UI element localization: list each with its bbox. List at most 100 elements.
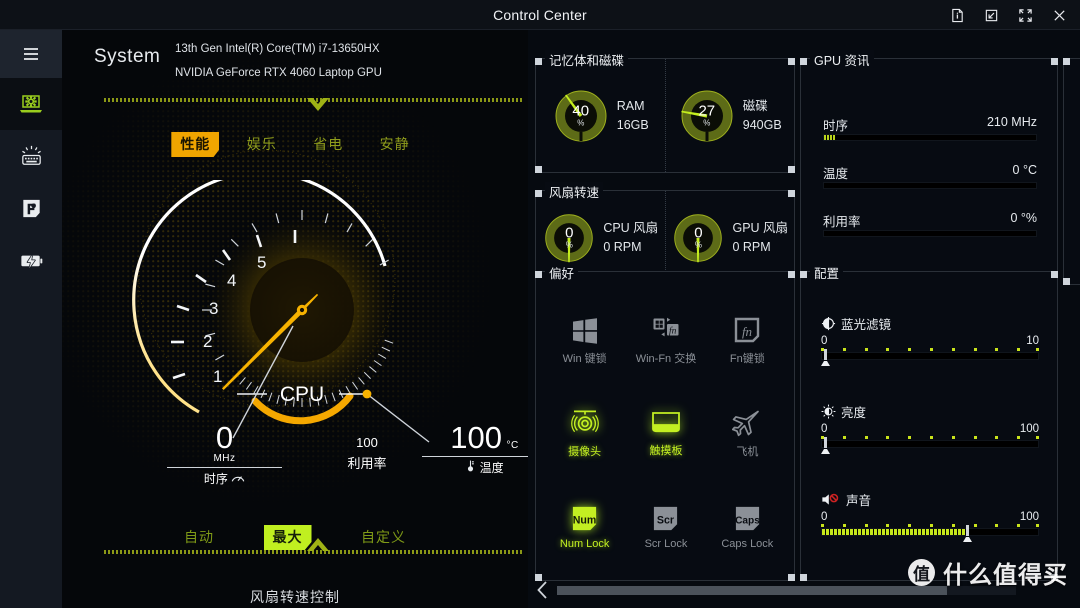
power-mode-quiet[interactable]: 安静: [371, 132, 419, 157]
brightness-slider[interactable]: [821, 437, 1039, 454]
pref-win-fn-swap-label: Win-Fn 交换: [635, 353, 697, 366]
close-icon[interactable]: [1042, 0, 1076, 30]
sidebar-item-power[interactable]: [0, 234, 62, 286]
gpu-clock-bar: [823, 134, 1037, 141]
ram-label: RAM: [616, 99, 645, 114]
cpu-fan-percent: 0: [565, 224, 574, 242]
pref-num-lock[interactable]: Num Num Lock: [544, 481, 625, 574]
disk-gauge: 27 % 磁碟 940GB: [666, 59, 795, 172]
bluelight-slider[interactable]: [821, 349, 1039, 366]
brightness-slider-knob[interactable]: [821, 437, 830, 454]
disk-capacity: 940GB: [742, 117, 782, 132]
pref-airplane[interactable]: 飞机: [707, 387, 788, 480]
disk-percent: 27: [698, 102, 716, 120]
right-panel: 记忆体和磁碟 40 % RAM 16GB 27 % 磁碟 940GB 风扇转速 …: [528, 30, 1080, 608]
sidebar: [0, 30, 62, 608]
power-mode-performance[interactable]: 性能: [171, 132, 220, 157]
cpu-panel: System 13th Gen Intel(R) Core(TM) i7-136…: [62, 30, 528, 608]
system-laptop-gear-icon: [16, 89, 46, 119]
svg-text:fn: fn: [669, 326, 677, 337]
next-panel-edge[interactable]: [1063, 58, 1080, 285]
power-mode-entertainment[interactable]: 娱乐: [238, 132, 286, 157]
svg-text:Caps: Caps: [735, 516, 760, 527]
cpu-utilization-label: 利用率: [347, 456, 387, 471]
info-icon[interactable]: [940, 0, 974, 30]
bluelight-min: 0: [821, 335, 828, 347]
gpu-util-bar: [823, 230, 1037, 237]
gpu-temp-row: 温度 0 °C: [823, 163, 1037, 189]
sidebar-item-menu[interactable]: [0, 30, 62, 78]
pref-win-fn-swap[interactable]: fn Win-Fn 交换: [625, 294, 706, 387]
sidebar-item-system[interactable]: [0, 78, 62, 130]
fan-control-caption: 风扇转速控制: [250, 589, 340, 605]
chevron-down-icon[interactable]: [307, 98, 329, 117]
chevron-up-icon[interactable]: [307, 538, 329, 557]
pref-win-lock[interactable]: Win 键锁: [544, 294, 625, 387]
volume-label: 声音: [846, 494, 872, 508]
ram-percent-unit: %: [577, 118, 585, 128]
pref-touchpad[interactable]: 触摸板: [625, 387, 706, 480]
bluelight-slider-knob[interactable]: [821, 349, 830, 366]
sidebar-item-flexikey[interactable]: [0, 182, 62, 234]
svg-text:2: 2: [203, 332, 212, 351]
watermark-text: 什么值得买: [943, 562, 1068, 589]
battery-charge-icon: [18, 247, 45, 274]
cpu-fan-percent-unit: %: [565, 240, 573, 250]
gpu-temp-label: 温度: [823, 167, 849, 181]
gpu-util-label: 利用率: [823, 215, 861, 229]
volume-slider-knob[interactable]: [962, 525, 972, 542]
pref-fn-lock-label: Fn键锁: [729, 353, 765, 366]
cpu-clock-unit: MHz: [213, 453, 236, 464]
window-controls: [940, 0, 1076, 30]
gpu-info-card: GPU 资讯 时序 210 MHz 温度 0 °C 利用率 0 °%: [800, 50, 1058, 285]
windows-logo-icon: [570, 315, 600, 345]
title-bar: Control Center: [0, 0, 1080, 30]
gpu-model-label: NVIDIA GeForce RTX 4060 Laptop GPU: [175, 67, 382, 79]
pref-caps-lock[interactable]: Caps Caps Lock: [707, 481, 788, 574]
keyboard-backlight-icon: [18, 143, 45, 170]
brightness-slider-block: 亮度 0 100: [821, 402, 1039, 454]
gpu-clock-label: 时序: [823, 119, 849, 133]
gpu-clock-value: 210 MHz: [986, 115, 1037, 129]
fn-key-icon: fn: [732, 315, 762, 345]
cpu-gauge-center-label: CPU: [280, 383, 324, 406]
volume-slider[interactable]: [821, 525, 1039, 542]
pref-fn-lock[interactable]: fn Fn键锁: [707, 294, 788, 387]
cpu-temperature-value: 100: [450, 420, 503, 455]
page-title: System: [94, 46, 161, 67]
gpu-fan-rpm: 0 RPM: [732, 239, 771, 254]
cpu-utilization-readout: 100 利用率: [307, 435, 427, 472]
scrollbar-thumb[interactable]: [557, 585, 948, 595]
power-mode-powersave[interactable]: 省电: [304, 132, 352, 157]
ram-capacity: 16GB: [616, 117, 649, 132]
gpu-util-value: 0 °%: [1010, 211, 1037, 225]
gpu-temp-bar: [823, 182, 1037, 189]
pref-airplane-label: 飞机: [736, 446, 759, 459]
volume-max: 100: [1019, 511, 1039, 523]
preferences-title: 偏好: [545, 263, 579, 282]
volume-slider-block: 声音 0 100: [821, 490, 1039, 542]
preferences-card: 偏好 Win 键锁 fn Win-Fn 交换 fn Fn键锁 摄像头 触摸板 飞…: [535, 263, 795, 581]
sidebar-item-keyboard[interactable]: [0, 130, 62, 182]
svg-text:1: 1: [213, 367, 222, 386]
configuration-title: 配置: [810, 263, 844, 282]
svg-text:Num: Num: [573, 515, 597, 527]
svg-text:4: 4: [227, 271, 236, 290]
pref-scr-lock[interactable]: Scr Scr Lock: [625, 481, 706, 574]
pref-camera[interactable]: 摄像头: [544, 387, 625, 480]
cpu-utilization-value: 100: [356, 435, 378, 450]
bluelight-filter-icon: [821, 316, 836, 331]
restore-icon[interactable]: [974, 0, 1008, 30]
bluelight-filter-label: 蓝光滤镜: [841, 318, 892, 332]
pref-camera-label: 摄像头: [568, 446, 602, 459]
fan-mode-max[interactable]: 最大: [263, 525, 312, 550]
fan-mode-custom[interactable]: 自定义: [352, 525, 415, 550]
fullscreen-icon[interactable]: [1008, 0, 1042, 30]
gpu-util-row: 利用率 0 °%: [823, 211, 1037, 237]
pref-win-lock-label: Win 键锁: [562, 353, 607, 366]
cpu-fan-label: CPU 风扇: [603, 221, 659, 236]
chevron-left-icon[interactable]: [536, 581, 549, 599]
flexikey-f-icon: [19, 196, 44, 221]
watermark: 值 什么值得买: [908, 555, 1068, 590]
fan-mode-auto[interactable]: 自动: [175, 525, 223, 550]
